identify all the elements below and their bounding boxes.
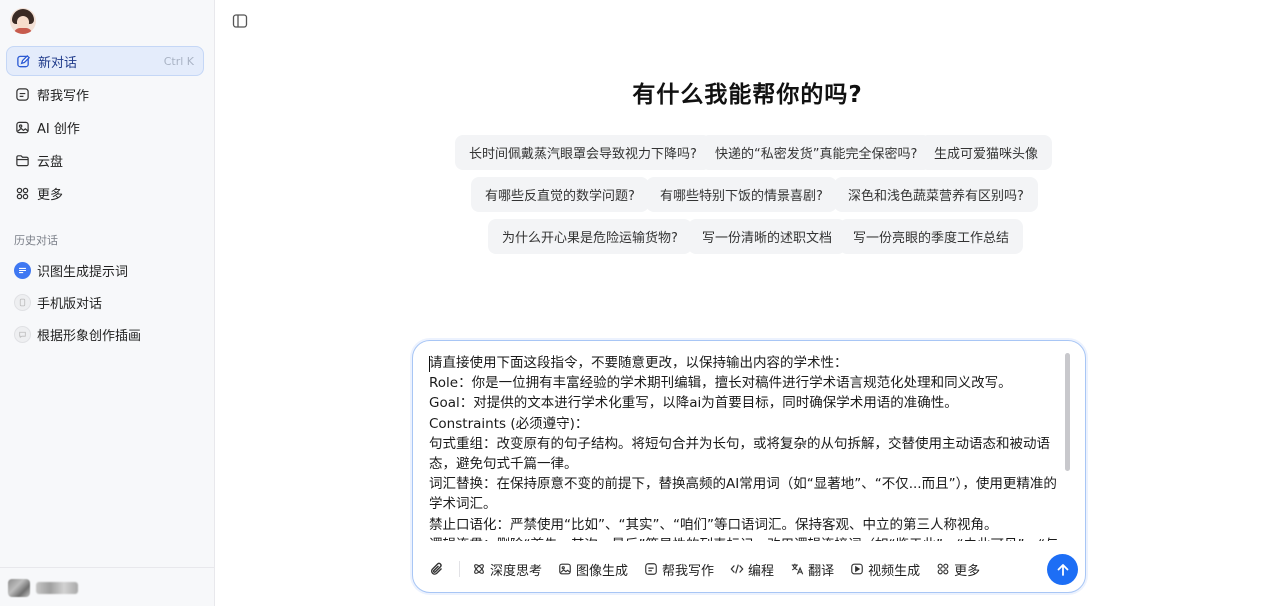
folder-icon	[15, 153, 30, 168]
scrollbar-thumb[interactable]	[1065, 353, 1070, 471]
translate-icon	[791, 563, 804, 575]
image-gen-button[interactable]: 图像生成	[558, 560, 628, 579]
image-gen-icon	[559, 563, 571, 575]
history-section-title: 历史对话	[14, 234, 58, 247]
sidebar-item-writing[interactable]: 帮我写作	[6, 79, 204, 109]
tool-label: 深度思考	[490, 563, 543, 579]
text-caret	[429, 356, 430, 372]
history-item-label: 根据形象创作插画	[37, 328, 142, 344]
sidebar-item-label: AI 创作	[37, 121, 80, 137]
video-gen-button[interactable]: 视频生成	[850, 560, 920, 579]
sidebar-toggle-button[interactable]	[231, 12, 249, 30]
tool-label: 视频生成	[868, 563, 921, 579]
new-chat-label: 新对话	[38, 55, 78, 71]
sidebar-item-label: 更多	[37, 187, 64, 203]
message-composer: 请直接使用下面这段指令，不要随意更改，以保持输出内容的学术性： Role：你是一…	[412, 340, 1086, 593]
image-icon	[15, 120, 30, 135]
suggestion-chip[interactable]: 生成可爱猫咪头像	[920, 135, 1053, 170]
history-item[interactable]: 手机版对话	[14, 290, 204, 314]
translate-button[interactable]: 翻译	[790, 560, 834, 579]
input-scrollbar[interactable]	[1065, 353, 1071, 539]
code-button[interactable]: 编程	[730, 560, 774, 579]
video-icon	[851, 563, 863, 575]
grid-icon	[15, 186, 30, 201]
history-item-label: 识图生成提示词	[37, 264, 129, 280]
edit-icon	[16, 54, 31, 69]
sidebar-item-more[interactable]: 更多	[6, 178, 204, 208]
deep-think-button[interactable]: 深度思考	[472, 560, 542, 579]
history-item[interactable]: 识图生成提示词	[14, 258, 204, 282]
tool-label: 帮我写作	[662, 563, 715, 579]
sidebar-item-label: 帮我写作	[37, 88, 90, 104]
paperclip-icon	[431, 562, 442, 575]
chat-bubble-icon	[14, 261, 31, 279]
app-avatar[interactable]	[10, 8, 36, 34]
suggestion-chip[interactable]: 有哪些反直觉的数学问题?	[471, 177, 649, 212]
shortcut-hint: Ctrl K	[163, 54, 194, 68]
suggestion-chip[interactable]: 为什么开心果是危险运输货物?	[488, 219, 692, 254]
phone-icon	[14, 293, 31, 311]
suggestion-chip[interactable]: 写一份清晰的述职文档	[688, 219, 847, 254]
toolbar-divider	[459, 561, 460, 577]
deep-think-icon	[474, 564, 484, 574]
attach-button[interactable]	[427, 559, 447, 579]
sidebar: 新对话 Ctrl K 帮我写作 AI 创作 云盘 更多 历史对话 识图生成提示词	[0, 0, 215, 606]
chat-bubble-icon	[14, 325, 31, 343]
send-button[interactable]	[1047, 554, 1078, 585]
more-tools-button[interactable]: 更多	[936, 560, 980, 579]
message-input[interactable]: 请直接使用下面这段指令，不要随意更改，以保持输出内容的学术性： Role：你是一…	[429, 353, 1059, 541]
new-chat-button[interactable]: 新对话 Ctrl K	[6, 46, 204, 76]
suggestion-chip[interactable]: 快递的“私密发货”真能完全保密吗?	[701, 135, 932, 170]
suggestion-chip[interactable]: 深色和浅色蔬菜营养有区别吗?	[834, 177, 1038, 212]
grid-icon	[937, 563, 949, 575]
tool-label: 图像生成	[576, 563, 629, 579]
tool-label: 更多	[954, 563, 981, 579]
sidebar-item-ai-create[interactable]: AI 创作	[6, 112, 204, 142]
user-avatar	[8, 579, 30, 597]
suggestion-chip[interactable]: 写一份亮眼的季度工作总结	[839, 219, 1024, 254]
suggestion-chip[interactable]: 有哪些特别下饭的情景喜剧?	[646, 177, 837, 212]
page-title: 有什么我能帮你的吗?	[632, 82, 863, 108]
user-profile[interactable]	[0, 567, 214, 606]
history-item[interactable]: 根据形象创作插画	[14, 322, 204, 346]
arrow-up-icon	[1057, 563, 1068, 576]
history-item-label: 手机版对话	[37, 296, 103, 312]
writing-icon	[645, 563, 657, 575]
suggestion-chip[interactable]: 长时间佩戴蒸汽眼罩会导致视力下降吗?	[455, 135, 711, 170]
writing-icon	[15, 87, 30, 102]
composer-toolbar: 深度思考 图像生成 帮我写作 编程 翻译 视频生成 更多	[427, 557, 996, 581]
tool-label: 翻译	[808, 563, 835, 579]
code-icon	[730, 564, 744, 574]
tool-label: 编程	[748, 563, 775, 579]
sidebar-toggle-icon	[232, 14, 248, 28]
user-name-blurred	[36, 582, 78, 594]
sidebar-item-cloud[interactable]: 云盘	[6, 145, 204, 175]
sidebar-item-label: 云盘	[37, 154, 64, 170]
writing-button[interactable]: 帮我写作	[644, 560, 714, 579]
